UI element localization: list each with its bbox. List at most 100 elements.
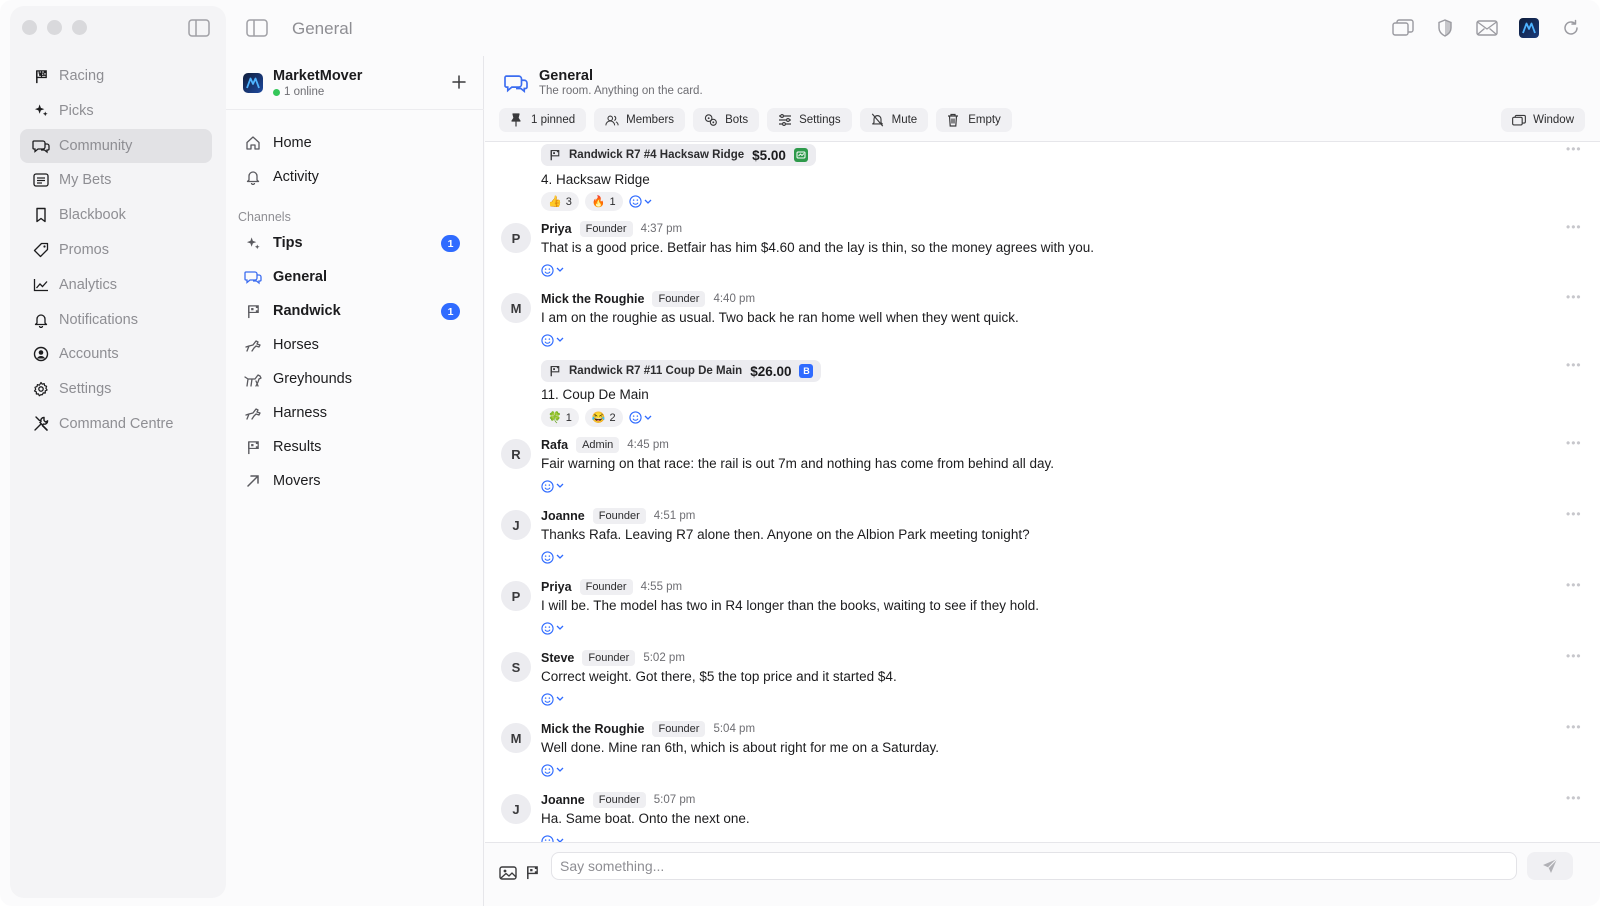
reaction-pill[interactable]: 😂 2 bbox=[584, 408, 623, 427]
more-options-icon[interactable]: ••• bbox=[1566, 143, 1582, 155]
bell-off-icon bbox=[871, 113, 885, 127]
add-reaction-button[interactable] bbox=[629, 193, 652, 211]
more-options-icon[interactable]: ••• bbox=[1566, 650, 1582, 662]
marketmover-app-icon[interactable] bbox=[1518, 17, 1540, 39]
reaction-pill[interactable]: 👍 3 bbox=[541, 192, 579, 211]
rail-item-community[interactable]: Community bbox=[20, 128, 212, 163]
channel-item-randwick[interactable]: Randwick 1 bbox=[236, 294, 472, 328]
rail-item-picks[interactable]: Picks bbox=[20, 94, 212, 128]
author-name[interactable]: Priya bbox=[541, 222, 572, 236]
rail-item-accounts[interactable]: Accounts bbox=[20, 337, 212, 371]
sidebar-toggle-icon[interactable] bbox=[188, 19, 210, 37]
minimize-window-button[interactable] bbox=[47, 20, 62, 35]
rail-item-promos[interactable]: Promos bbox=[20, 233, 212, 267]
more-options-icon[interactable]: ••• bbox=[1566, 721, 1582, 733]
rail-item-settings[interactable]: Settings bbox=[20, 372, 212, 406]
add-icon[interactable] bbox=[451, 74, 467, 90]
channel-item-tips[interactable]: Tips 1 bbox=[236, 226, 472, 260]
close-window-button[interactable] bbox=[22, 20, 37, 35]
shield-icon[interactable] bbox=[1434, 17, 1456, 39]
zoom-window-button[interactable] bbox=[72, 20, 87, 35]
role-badge: Founder bbox=[579, 579, 633, 595]
channel-item-general[interactable]: General bbox=[236, 260, 472, 294]
channels-section-label: Channels bbox=[238, 210, 291, 224]
channel-item-horses[interactable]: Horses bbox=[236, 328, 472, 362]
nav-item-activity[interactable]: Activity bbox=[236, 160, 472, 194]
more-options-icon[interactable]: ••• bbox=[1566, 579, 1582, 591]
rail-item-command-centre[interactable]: Command Centre bbox=[20, 407, 212, 441]
windows-icon[interactable] bbox=[1392, 17, 1414, 39]
avatar[interactable]: J bbox=[501, 794, 531, 824]
author-name[interactable]: Rafa bbox=[541, 438, 568, 452]
more-options-icon[interactable]: ••• bbox=[1566, 437, 1582, 449]
avatar[interactable]: M bbox=[501, 293, 531, 323]
add-reaction-button[interactable] bbox=[541, 331, 564, 349]
author-name[interactable]: Joanne bbox=[541, 509, 585, 523]
avatar[interactable]: R bbox=[501, 439, 531, 469]
reaction-count: 1 bbox=[609, 195, 616, 208]
more-options-icon[interactable]: ••• bbox=[1566, 792, 1582, 804]
avatar[interactable]: J bbox=[501, 510, 531, 540]
more-options-icon[interactable]: ••• bbox=[1566, 221, 1582, 233]
add-reaction-button[interactable] bbox=[541, 548, 564, 566]
rail-item-label: Accounts bbox=[59, 346, 119, 363]
avatar[interactable]: M bbox=[501, 723, 531, 753]
author-name[interactable]: Mick the Roughie bbox=[541, 292, 644, 306]
mute-button[interactable]: Mute bbox=[859, 108, 929, 132]
add-reaction-button[interactable] bbox=[541, 761, 564, 779]
reaction-pill[interactable]: 🍀 1 bbox=[541, 408, 579, 427]
reaction-pill[interactable]: 🔥 1 bbox=[584, 192, 623, 211]
author-name[interactable]: Priya bbox=[541, 580, 572, 594]
room-settings-button[interactable]: Settings bbox=[767, 108, 852, 132]
image-icon[interactable] bbox=[499, 865, 517, 881]
avatar[interactable]: P bbox=[501, 223, 531, 253]
add-reaction-button[interactable] bbox=[541, 690, 564, 708]
room-subtitle: The room. Anything on the card. bbox=[539, 85, 703, 97]
rail-item-blackbook[interactable]: Blackbook bbox=[20, 198, 212, 232]
add-reaction-button[interactable] bbox=[541, 619, 564, 637]
author-name[interactable]: Steve bbox=[541, 651, 574, 665]
message-header: Mick the Roughie Founder 4:40 pm bbox=[541, 290, 755, 308]
channel-item-movers[interactable]: Movers bbox=[236, 464, 472, 498]
nav-item-label: Activity bbox=[273, 169, 319, 185]
author-name[interactable]: Joanne bbox=[541, 793, 585, 807]
channel-list-toggle-icon[interactable] bbox=[246, 19, 268, 37]
chat-bubbles-icon bbox=[32, 137, 50, 155]
more-options-icon[interactable]: ••• bbox=[1566, 359, 1582, 371]
rail-item-my-bets[interactable]: My Bets bbox=[20, 163, 212, 197]
add-reaction-button[interactable] bbox=[629, 409, 652, 427]
window-button[interactable]: Window bbox=[1501, 108, 1585, 132]
channel-item-greyhounds[interactable]: Greyhounds bbox=[236, 362, 472, 396]
nav-item-home[interactable]: Home bbox=[236, 126, 472, 160]
channel-item-results[interactable]: Results bbox=[236, 430, 472, 464]
tools-icon bbox=[32, 415, 50, 433]
rail-item-notifications[interactable]: Notifications bbox=[20, 303, 212, 337]
chevron-down-icon bbox=[556, 625, 564, 630]
avatar[interactable]: P bbox=[501, 581, 531, 611]
avatar[interactable]: S bbox=[501, 652, 531, 682]
rail-item-label: Community bbox=[59, 137, 133, 154]
empty-button[interactable]: Empty bbox=[936, 108, 1012, 132]
send-button[interactable] bbox=[1527, 852, 1573, 880]
refresh-icon[interactable] bbox=[1560, 17, 1582, 39]
flag-icon[interactable] bbox=[525, 865, 541, 881]
rail-item-racing[interactable]: Racing bbox=[20, 59, 212, 93]
add-reaction-button[interactable] bbox=[541, 477, 564, 495]
message-input[interactable] bbox=[551, 852, 1517, 880]
smiley-icon bbox=[629, 411, 642, 424]
channel-item-harness[interactable]: Harness bbox=[236, 396, 472, 430]
mail-icon[interactable] bbox=[1476, 17, 1498, 39]
rail-item-analytics[interactable]: Analytics bbox=[20, 268, 212, 302]
more-options-icon[interactable]: ••• bbox=[1566, 291, 1582, 303]
add-reaction-button[interactable] bbox=[541, 832, 564, 842]
more-options-icon[interactable]: ••• bbox=[1566, 508, 1582, 520]
members-button[interactable]: Members bbox=[594, 108, 686, 132]
bet-card[interactable]: Randwick R7 #11 Coup De Main $26.00 B bbox=[541, 360, 822, 382]
add-reaction-button[interactable] bbox=[541, 261, 564, 279]
chevron-down-icon bbox=[644, 199, 652, 204]
pinned-button[interactable]: 1 pinned bbox=[499, 108, 587, 132]
bots-button[interactable]: Bots bbox=[693, 108, 760, 132]
author-name[interactable]: Mick the Roughie bbox=[541, 722, 644, 736]
bet-card[interactable]: Randwick R7 #4 Hacksaw Ridge $5.00 bbox=[541, 144, 816, 166]
workspace-header[interactable]: MarketMover 1 online bbox=[243, 68, 362, 98]
